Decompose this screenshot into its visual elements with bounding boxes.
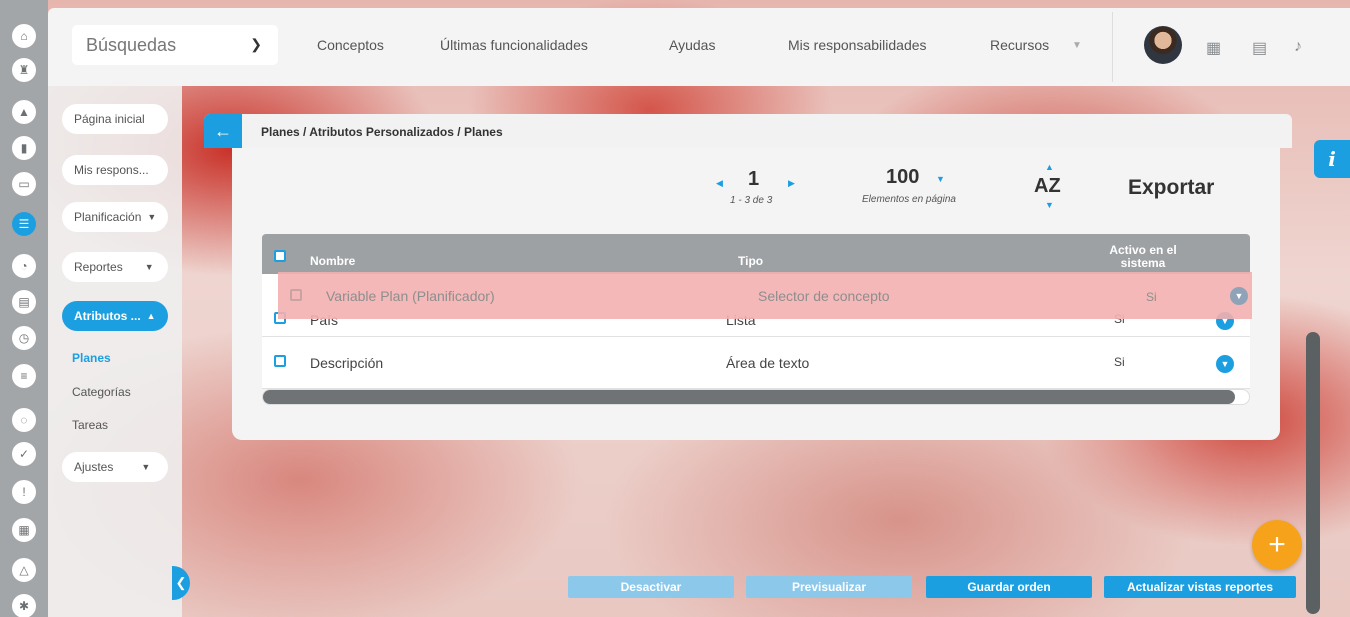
column-header-nombre[interactable]: Nombre (310, 254, 355, 268)
sidebar-item-label: Ajustes (74, 460, 114, 474)
search-dropdown[interactable]: Búsquedas ❯ (72, 25, 278, 65)
sidebar-item-label: Página inicial (74, 112, 145, 126)
divider (1112, 12, 1113, 82)
row-name: Descripción (310, 355, 384, 371)
gear-icon[interactable]: ✱ (12, 594, 36, 617)
sidebar-sublink-categorias[interactable]: Categorías (72, 385, 131, 399)
row-checkbox[interactable] (290, 289, 302, 301)
deactivate-button[interactable]: Desactivar (568, 576, 734, 598)
row-active: Si (1114, 355, 1125, 369)
home-icon[interactable]: ⌂ (12, 24, 36, 48)
info-icon[interactable]: i (1314, 140, 1350, 178)
sidebar-item-atributos[interactable]: Atributos ... ▲ (62, 301, 168, 331)
sidebar-item-reportes[interactable]: Reportes ▼ (62, 252, 168, 282)
sort-up-icon[interactable]: ▲ (1045, 162, 1054, 172)
sidebar-item-mis-responsabilidades[interactable]: Mis respons... (62, 155, 168, 185)
nav-mis-responsabilidades[interactable]: Mis responsabilidades (788, 37, 927, 53)
sort-down-icon[interactable]: ▼ (1045, 200, 1054, 210)
pie-icon[interactable]: ◔ (12, 254, 36, 278)
presentation-icon[interactable]: ▭ (12, 172, 36, 196)
table-row[interactable]: Descripción Área de texto Si ▼ (262, 337, 1250, 389)
vertical-scrollbar[interactable] (1306, 332, 1320, 614)
bell-icon[interactable]: ♪ (1294, 38, 1302, 56)
sidebar-item-label: Planificación (74, 210, 142, 224)
clock-icon[interactable]: ◷ (12, 326, 36, 350)
sidebar-item-label: Reportes (74, 260, 123, 274)
caret-up-icon: ▲ (146, 311, 156, 321)
row-menu-chevron-icon[interactable]: ▼ (1230, 287, 1248, 305)
search-label: Búsquedas (86, 34, 177, 55)
folder-icon[interactable]: ▤ (12, 290, 36, 314)
save-order-button[interactable]: Guardar orden (926, 576, 1092, 598)
preview-button[interactable]: Previsualizar (746, 576, 912, 598)
row-active: Si (1146, 290, 1157, 304)
nav-recursos[interactable]: Recursos (990, 37, 1049, 53)
next-page-icon[interactable]: ▶ (788, 178, 795, 189)
icon-rail: ⌂ ♜ ▲ ▮ ▭ ☰ ◔ ▤ ◷ ≡ ◌ ✓ ! ▦ △ ✱ (0, 0, 48, 617)
per-page-label: Elementos en página (862, 194, 956, 205)
nav-ayudas[interactable]: Ayudas (669, 37, 715, 53)
sidebar-item-planificacion[interactable]: Planificación ▼ (62, 202, 168, 232)
sort-az-button[interactable]: AZ (1034, 175, 1061, 198)
dragging-row[interactable]: Variable Plan (Planificador) Selector de… (278, 272, 1252, 319)
sidebar-sublink-tareas[interactable]: Tareas (72, 418, 108, 432)
nav-conceptos[interactable]: Conceptos (317, 37, 384, 53)
back-arrow-icon[interactable]: ← (204, 114, 242, 148)
sidebar: Página inicial Mis respons... Planificac… (48, 86, 182, 617)
caret-down-icon: ▼ (144, 262, 154, 272)
row-type: Selector de concepto (758, 288, 890, 304)
row-checkbox[interactable] (274, 355, 286, 367)
recursos-caret-icon[interactable]: ▼ (1072, 40, 1082, 51)
folder-icon[interactable]: ▤ (1252, 38, 1267, 58)
column-header-activo[interactable]: Activo en el sistema (1098, 244, 1188, 270)
top-bar: Búsquedas ❯ Conceptos Últimas funcionali… (48, 8, 1350, 86)
sidebar-item-label: Atributos ... (74, 309, 141, 323)
document-icon[interactable]: ≡ (12, 364, 36, 388)
network-icon[interactable]: △ (12, 558, 36, 582)
page-range: 1 - 3 de 3 (730, 195, 773, 206)
horizontal-scrollbar[interactable] (262, 389, 1250, 405)
sidebar-item-label: Mis respons... (74, 163, 149, 177)
row-type: Área de texto (726, 355, 810, 371)
sidebar-item-ajustes[interactable]: Ajustes ▼ (62, 452, 168, 482)
caret-down-icon: ▼ (141, 462, 151, 472)
avatar[interactable] (1144, 26, 1182, 64)
sidebar-sublink-planes[interactable]: Planes (72, 351, 111, 365)
planner-icon[interactable]: ☰ (12, 212, 36, 236)
collapse-sidebar-button[interactable]: ❮ (172, 566, 190, 600)
per-page-value[interactable]: 100 (886, 166, 919, 189)
page-number: 1 (748, 168, 760, 190)
sidebar-item-pagina-inicial[interactable]: Página inicial (62, 104, 168, 134)
nav-ultimas-funcionalidades[interactable]: Últimas funcionalidades (440, 37, 588, 53)
update-report-views-button[interactable]: Actualizar vistas reportes (1104, 576, 1296, 598)
caret-down-icon: ▼ (147, 212, 157, 222)
alert-icon[interactable]: ▲ (12, 100, 36, 124)
scrollbar-thumb[interactable] (263, 390, 1235, 404)
check-icon[interactable]: ✓ (12, 442, 36, 466)
prev-page-icon[interactable]: ◀ (716, 178, 723, 189)
select-all-checkbox[interactable] (274, 250, 286, 262)
card-header: ← Planes / Atributos Personalizados / Pl… (204, 114, 1292, 148)
table-header: Nombre Tipo Activo en el sistema (262, 234, 1250, 274)
per-page-caret-icon[interactable]: ▼ (936, 174, 945, 184)
row-name: Variable Plan (Planificador) (326, 288, 495, 304)
chart-icon[interactable]: ▮ (12, 136, 36, 160)
cycle-icon[interactable]: ◌ (12, 408, 36, 432)
row-menu-chevron-icon[interactable]: ▼ (1216, 355, 1234, 373)
chevron-down-icon: ❯ (250, 36, 262, 52)
calendar-icon[interactable]: ▦ (12, 518, 36, 542)
tower-icon[interactable]: ♜ (12, 58, 36, 82)
export-button[interactable]: Exportar (1128, 176, 1214, 200)
add-button[interactable]: + (1252, 520, 1302, 570)
column-header-tipo[interactable]: Tipo (738, 254, 763, 268)
warning-icon[interactable]: ! (12, 480, 36, 504)
breadcrumb: Planes / Atributos Personalizados / Plan… (261, 125, 503, 139)
calendar-icon[interactable]: ▦ (1206, 38, 1221, 58)
